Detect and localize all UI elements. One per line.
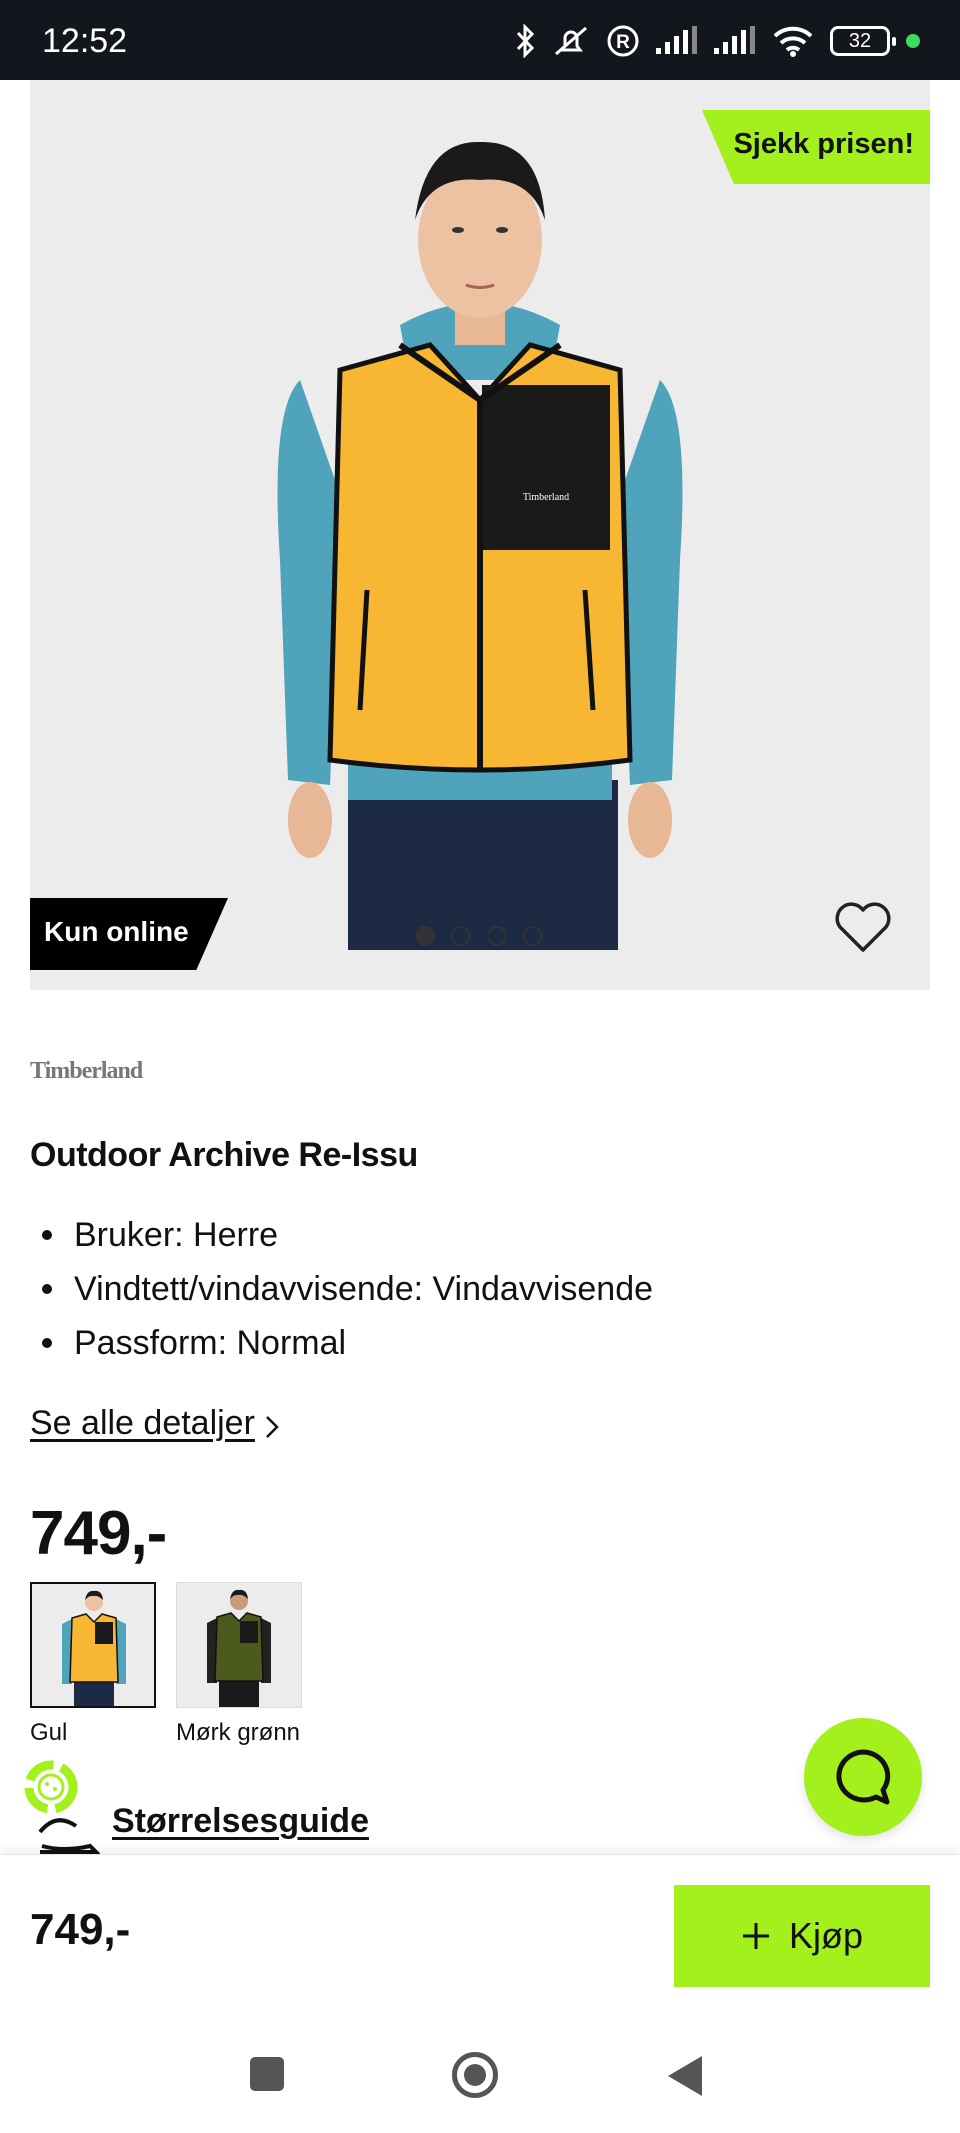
status-time: 12:52 [42, 22, 128, 60]
see-all-details-label: Se alle detaljer [30, 1404, 255, 1442]
product-image-carousel[interactable]: Timberland Sjekk prisen! Kun online [30, 80, 930, 990]
carousel-dot[interactable] [523, 926, 543, 946]
buy-button-label: Kjøp [788, 1915, 864, 1956]
battery-icon: 32 [830, 26, 896, 56]
product-title: Outdoor Archive Re-Issu [30, 1136, 418, 1174]
variant-label: Mørk grønn [176, 1719, 301, 1746]
mute-icon [555, 26, 587, 56]
see-all-details-link[interactable]: Se alle detaljer [30, 1404, 279, 1443]
online-only-label: Kun online [44, 916, 189, 947]
svg-text:R: R [616, 32, 630, 53]
chat-button[interactable] [804, 1718, 922, 1836]
variant-thumbnail [30, 1582, 156, 1708]
online-only-badge: Kun online [30, 898, 228, 970]
registered-icon: R [607, 25, 639, 57]
variant-yellow[interactable]: Gul [30, 1582, 156, 1778]
status-icons: R 32 [514, 24, 920, 58]
recent-apps-button[interactable] [250, 2057, 284, 2091]
feature-item: Bruker: Herre [42, 1208, 653, 1262]
brand-logo[interactable]: Timberland [30, 1058, 143, 1085]
variant-dark-green[interactable]: Mørk grønn [176, 1582, 302, 1778]
carousel-dot[interactable] [487, 926, 507, 946]
signal-icon [656, 26, 697, 54]
feature-item: Passform: Normal [42, 1316, 653, 1370]
carousel-dots [415, 926, 543, 946]
carousel-dot[interactable] [451, 926, 471, 946]
variant-thumbnail [176, 1582, 302, 1708]
heart-icon[interactable] [834, 902, 892, 954]
feature-item: Vindtett/vindavvisende: Vindavvisende [42, 1262, 653, 1316]
status-bar: 12:52 R 32 [0, 0, 960, 80]
cookie-consent-icon[interactable] [16, 1752, 86, 1822]
carousel-dot[interactable] [415, 926, 435, 946]
svg-text:Timberland: Timberland [523, 492, 569, 503]
signal-icon [714, 26, 755, 54]
check-price-badge[interactable]: Sjekk prisen! [702, 110, 930, 184]
chevron-right-icon [266, 1415, 279, 1438]
chat-bubble-icon [836, 1749, 891, 1805]
product-photo: Timberland [277, 141, 683, 950]
plus-icon [742, 1923, 769, 1949]
home-button[interactable] [452, 2052, 498, 2098]
size-guide-link[interactable]: Størrelsesguide [112, 1802, 369, 1841]
feature-list: Bruker: Herre Vindtett/vindavvisende: Vi… [42, 1208, 653, 1370]
privacy-indicator-dot [906, 34, 920, 48]
wifi-icon [773, 26, 813, 57]
system-nav-bar [0, 2004, 960, 2133]
color-variants: Gul Mørk grønn [30, 1582, 302, 1778]
buy-bar: 749,- Kjøp [0, 1854, 960, 2004]
back-button[interactable] [668, 2056, 702, 2096]
product-price: 749,- [30, 1499, 167, 1568]
check-price-label: Sjekk prisen! [733, 128, 914, 160]
buy-button[interactable]: Kjøp [674, 1885, 930, 1987]
bluetooth-icon [516, 24, 535, 58]
buy-bar-price: 749,- [30, 1905, 131, 1954]
